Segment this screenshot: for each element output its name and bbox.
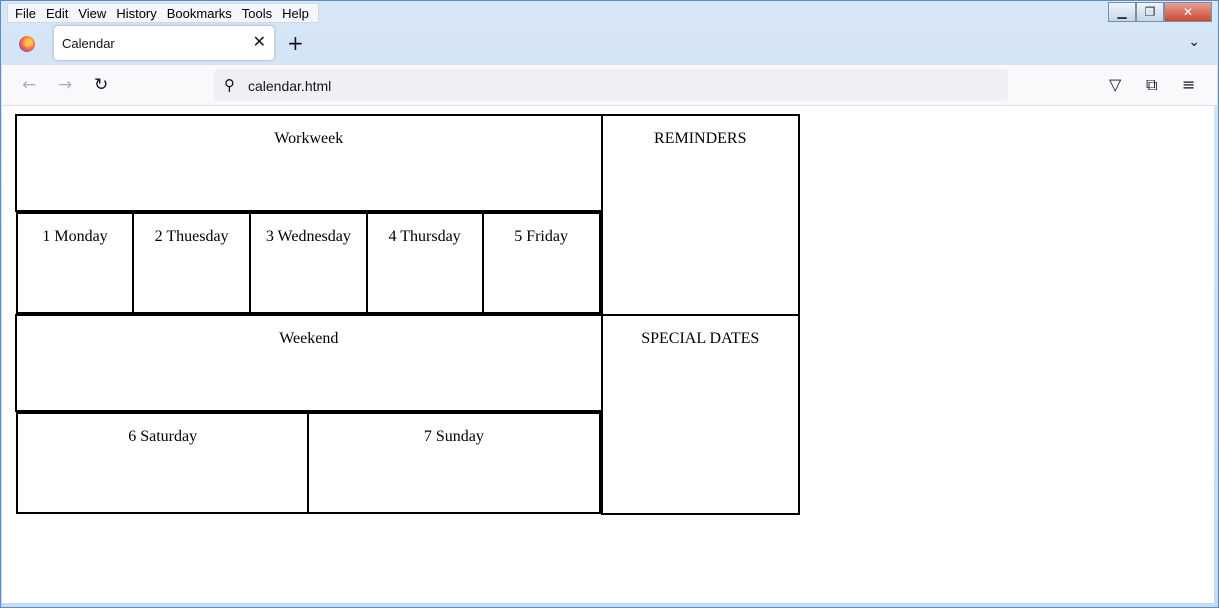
day-tuesday: 2 Thuesday: [132, 212, 252, 314]
weekend-header: Weekend: [15, 314, 603, 412]
menu-tools[interactable]: Tools: [237, 6, 277, 21]
pocket-icon[interactable]: ▽: [1109, 75, 1121, 94]
weekend-table: 6 Saturday 7 Sunday: [15, 412, 601, 514]
day-friday: 5 Friday: [481, 212, 601, 314]
reload-icon[interactable]: ↻: [94, 75, 108, 95]
special-dates-cell: SPECIAL DATES: [600, 314, 801, 515]
forward-arrow-icon[interactable]: →: [58, 75, 72, 95]
menu-file[interactable]: File: [10, 6, 41, 21]
menu-bookmarks[interactable]: Bookmarks: [162, 6, 237, 21]
tab-strip: Calendar ✕ + ⌄: [1, 23, 1218, 65]
menu-edit[interactable]: Edit: [41, 6, 73, 21]
close-window-button[interactable]: ✕: [1164, 2, 1212, 22]
menu-help[interactable]: Help: [277, 6, 314, 21]
hamburger-menu-icon[interactable]: ≡: [1182, 75, 1195, 94]
browser-window: File Edit View History Bookmarks Tools H…: [0, 0, 1219, 608]
day-monday: 1 Monday: [15, 212, 135, 314]
tab-title: Calendar: [62, 36, 115, 51]
menu-history[interactable]: History: [111, 6, 161, 21]
window-controls: ▁ ❐ ✕: [1108, 2, 1212, 22]
firefox-icon[interactable]: [19, 36, 35, 52]
url-bar[interactable]: ⚲ calendar.html: [214, 69, 1008, 101]
page-content: Workweek REMINDERS 1 Monday 2 Thuesday 3…: [2, 106, 1214, 603]
chevron-down-icon[interactable]: ⌄: [1188, 34, 1200, 50]
search-icon: ⚲: [224, 76, 235, 94]
close-tab-icon[interactable]: ✕: [253, 32, 266, 51]
menu-bar: File Edit View History Bookmarks Tools H…: [7, 3, 319, 23]
day-thursday: 4 Thursday: [365, 212, 484, 314]
tab-calendar[interactable]: Calendar ✕: [54, 26, 274, 60]
menu-view[interactable]: View: [73, 6, 111, 21]
workdays-table: 1 Monday 2 Thuesday 3 Wednesday 4 Thursd…: [15, 212, 601, 314]
reminders-cell: REMINDERS: [600, 114, 801, 316]
url-text[interactable]: calendar.html: [248, 78, 331, 94]
day-sunday: 7 Sunday: [307, 412, 601, 514]
maximize-button[interactable]: ❐: [1136, 2, 1164, 22]
day-saturday: 6 Saturday: [15, 412, 310, 514]
workdays-row: 1 Monday 2 Thuesday 3 Wednesday 4 Thursd…: [15, 211, 602, 315]
workweek-header: Workweek: [15, 114, 603, 212]
back-arrow-icon[interactable]: ←: [22, 75, 36, 95]
weekend-row: 6 Saturday 7 Sunday: [15, 411, 602, 514]
day-wednesday: 3 Wednesday: [249, 212, 368, 314]
extensions-icon[interactable]: ⧉: [1146, 75, 1157, 95]
new-tab-icon[interactable]: +: [287, 31, 304, 55]
calendar-table: Workweek REMINDERS 1 Monday 2 Thuesday 3…: [15, 114, 801, 515]
minimize-button[interactable]: ▁: [1108, 2, 1136, 22]
navigation-bar: ← → ↻ ⚲ calendar.html ▽ ⧉ ≡: [2, 65, 1217, 106]
